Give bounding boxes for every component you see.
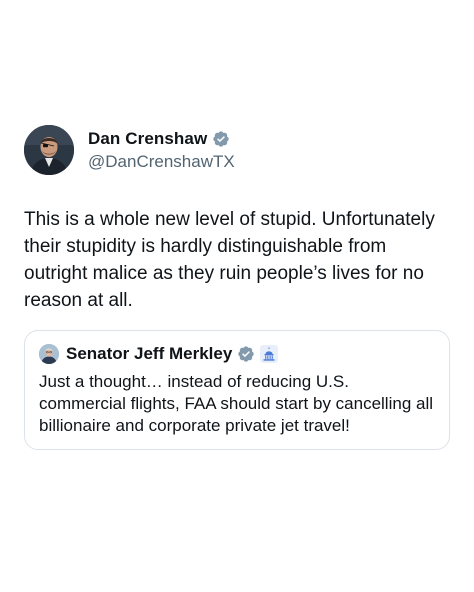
author-handle[interactable]: @DanCrenshawTX: [88, 152, 235, 172]
tweet-author-row: Dan Crenshaw @DanCrenshawTX: [24, 124, 452, 176]
government-capitol-badge-icon: [260, 345, 279, 363]
main-tweet: Dan Crenshaw @DanCrenshawTX This is a wh…: [24, 124, 452, 314]
quoted-tweet-card[interactable]: Senator Jeff Merkley Just a thought… ins…: [24, 330, 450, 450]
avatar-photo-icon: [24, 125, 74, 175]
author-meta: Dan Crenshaw @DanCrenshawTX: [88, 129, 235, 172]
quoted-author-avatar: [39, 344, 59, 364]
author-display-name[interactable]: Dan Crenshaw: [88, 129, 207, 149]
tweet-text: This is a whole new level of stupid. Unf…: [24, 209, 435, 311]
name-line: Dan Crenshaw: [88, 129, 235, 149]
quoted-tweet-header: Senator Jeff Merkley: [39, 343, 435, 365]
quoted-author-display-name: Senator Jeff Merkley: [66, 344, 233, 363]
avatar-photo-icon: [39, 344, 59, 364]
verified-badge-icon: [237, 345, 255, 363]
quoted-tweet-text: Just a thought… instead of reducing U.S.…: [39, 372, 434, 435]
verified-badge-icon: [212, 130, 230, 148]
author-avatar[interactable]: [24, 125, 74, 175]
